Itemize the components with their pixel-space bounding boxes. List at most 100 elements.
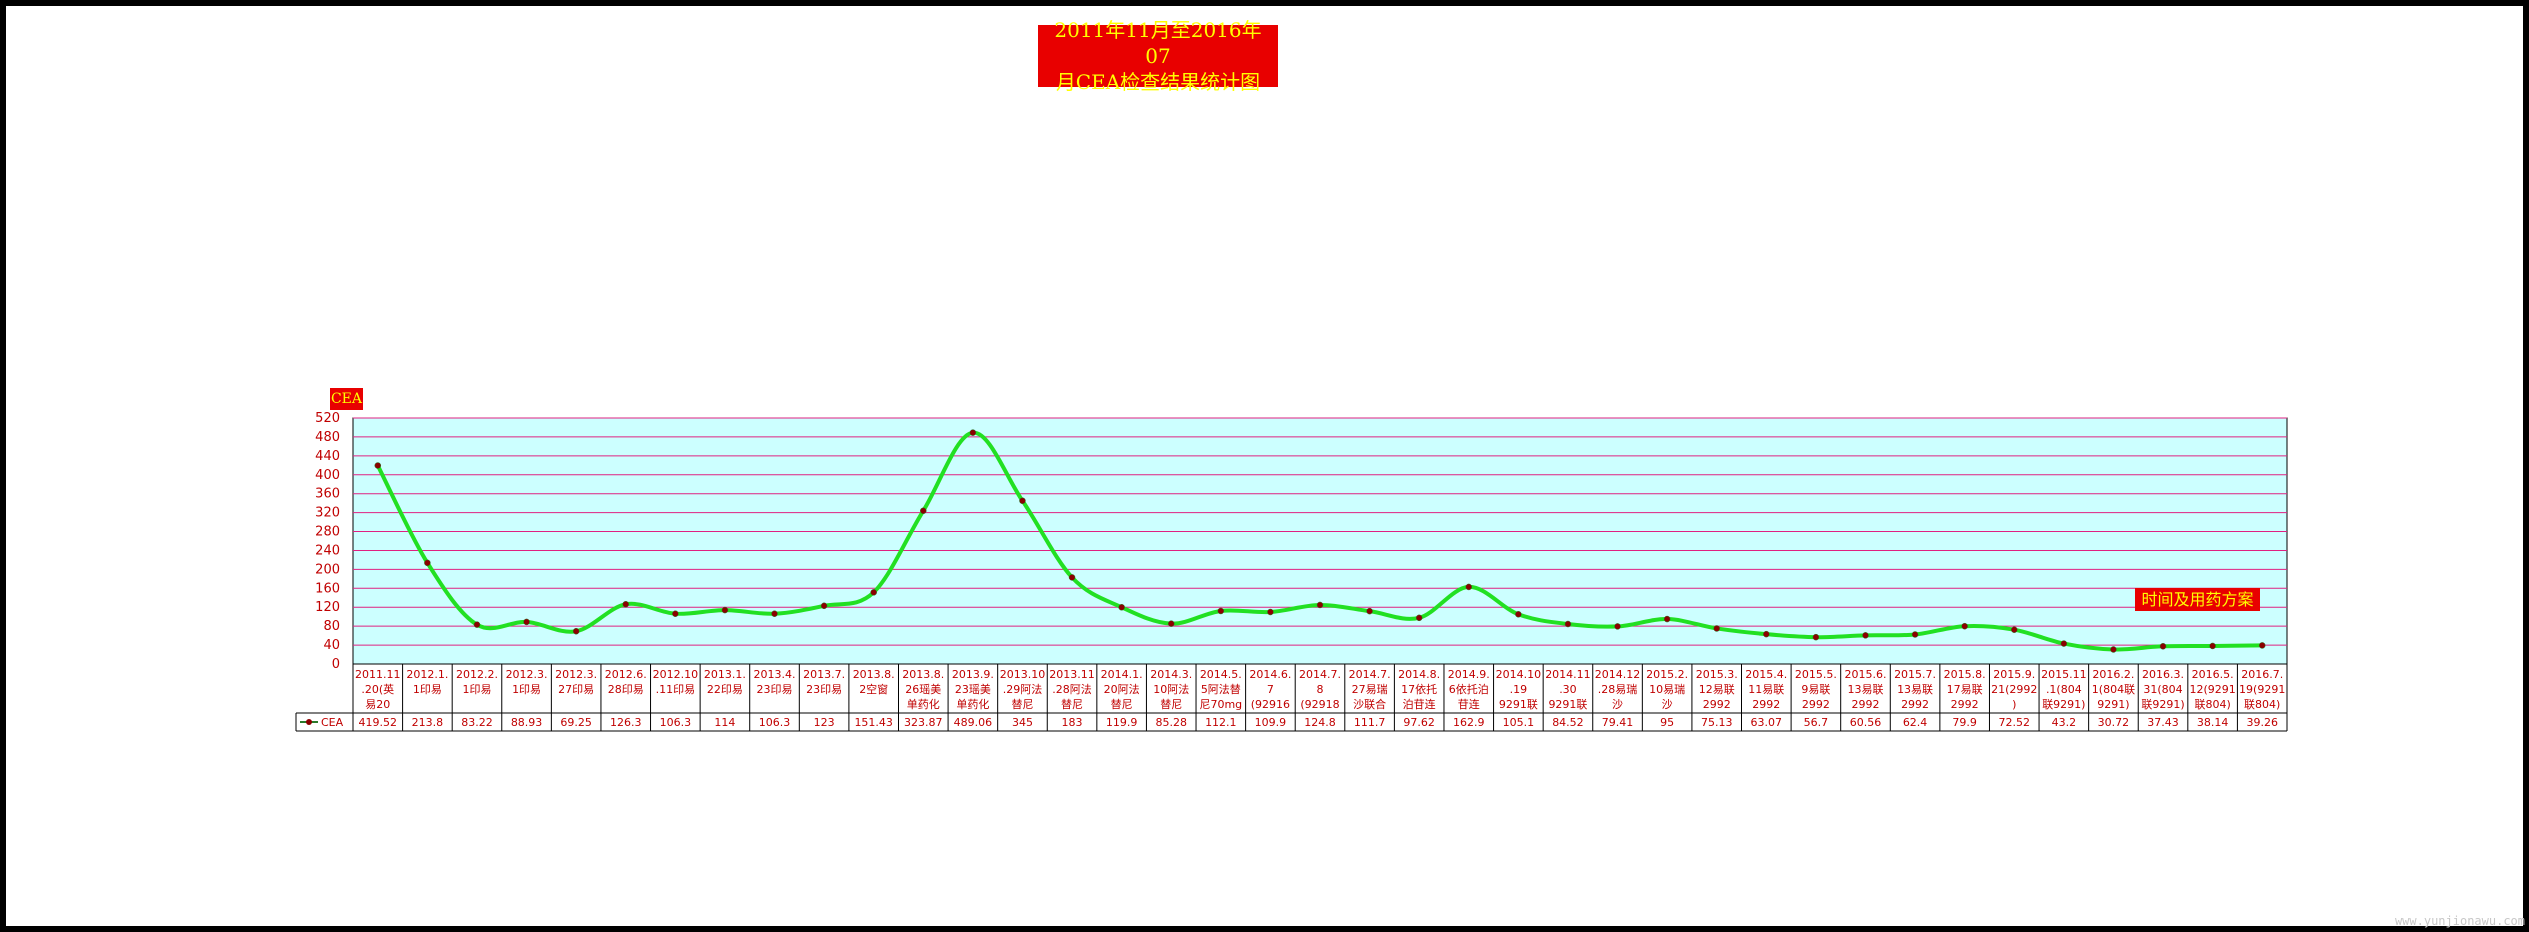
y-tick-label: 280 [315,525,340,540]
data-value-label: 37.43 [2147,716,2179,729]
x-category-label: 2012.3. 27印易 [555,668,597,696]
cea-data-point [1118,604,1125,611]
y-tick-label: 0 [332,657,340,672]
data-value-label: 38.14 [2197,716,2229,729]
data-value-label: 79.41 [1602,716,1634,729]
x-category-label: 2012.10.11印易 [653,668,699,696]
x-category-label: 2012.3. 1印易 [506,668,548,696]
cea-data-point [523,618,530,626]
x-category-label: 2015.11.1(804 联9291) [2041,668,2087,711]
cea-data-point [2258,642,2266,649]
cea-data-point [2110,646,2117,653]
data-value-label: 151.43 [854,716,893,729]
data-value-label: 106.3 [759,716,791,729]
x-category-label: 2015.5. 9易联 2992 [1795,668,1837,711]
cea-data-point [622,601,629,608]
x-category-label: 2014.11.30 9291联 [1545,668,1591,711]
x-category-label: 2015.6. 13易联 2992 [1844,668,1886,711]
x-category-label: 2013.1. 22印易 [704,668,746,696]
x-category-label: 2013.7. 23印易 [803,668,845,696]
data-value-label: 323.87 [904,716,943,729]
x-category-label: 2014.7. 8 (92918 [1299,668,1341,711]
data-value-label: 30.72 [2098,716,2130,729]
data-value-label: 79.9 [1952,716,1977,729]
data-value-label: 63.07 [1751,716,1783,729]
cea-data-point [920,507,927,515]
cea-data-point [1614,623,1621,630]
legend-label: CEA [321,716,344,729]
data-value-label: 111.7 [1354,716,1386,729]
data-value-label: 213.8 [412,716,444,729]
x-category-label: 2012.1. 1印易 [406,668,448,696]
data-value-label: 119.9 [1106,716,1138,729]
data-value-label: 124.8 [1304,716,1336,729]
x-category-label: 2013.8. 26瑶美单药化 [902,668,944,711]
cea-data-point [1713,625,1720,632]
cea-data-point [1217,607,1225,615]
y-tick-label: 40 [323,638,340,653]
watermark-text: www.yunjionawu.com [2394,914,2525,928]
cea-data-point [1961,622,1968,630]
x-category-label: 2016.5. 12(9291 联804) [2189,668,2235,711]
x-category-label: 2014.1. 20阿法替尼 [1101,668,1143,711]
data-value-label: 84.52 [1552,716,1584,729]
cea-data-point [1465,583,1473,591]
x-category-label: 2015.4. 11易联 2992 [1745,668,1787,711]
cea-data-point [1267,608,1274,616]
cea-data-point [1911,631,1919,638]
x-category-label: 2014.5. 5阿法替尼70mg [1199,668,1242,711]
data-value-label: 43.2 [2052,716,2077,729]
data-value-label: 114 [714,716,735,729]
cea-data-point [771,610,778,617]
x-category-label: 2014.6. 7 (92916 [1249,668,1291,711]
data-value-label: 85.28 [1155,716,1187,729]
x-axis-label: 时间及用药方案 [2135,588,2260,611]
x-category-label: 2015.7. 13易联 2992 [1894,668,1936,711]
x-category-label: 2011.11.20(英易20 [355,668,401,711]
cea-data-point [1862,632,1869,639]
x-category-label: 2014.3. 10阿法替尼 [1150,668,1192,711]
legend-marker [306,719,312,725]
cea-data-point [1167,620,1175,627]
cea-data-point [721,606,729,614]
x-category-label: 2016.3. 31(804 联9291) [2141,668,2184,711]
cea-data-point [1019,497,1026,505]
data-value-label: 183 [1062,716,1083,729]
cea-data-point [1515,611,1522,618]
y-tick-label: 80 [323,619,340,634]
cea-data-point [1415,614,1423,622]
x-category-label: 2013.11.28阿法替尼 [1049,668,1095,711]
data-value-label: 419.52 [359,716,398,729]
x-category-label: 2016.2. 1(804联 9291) [2092,668,2135,711]
y-tick-label: 320 [315,506,340,521]
y-tick-label: 160 [315,581,340,596]
cea-data-point [2060,640,2068,647]
data-value-label: 60.56 [1850,716,1882,729]
cea-data-point [572,627,580,635]
cea-data-point [1763,630,1770,638]
chart-title: 2011年11月至2016年07 月CEA检查结果统计图 [1038,18,1278,94]
x-category-label: 2014.12.28易瑞沙 [1595,668,1641,711]
y-tick-label: 400 [315,468,340,483]
x-category-label: 2013.9. 23瑶美单药化 [952,668,994,711]
x-category-label: 2014.9. 6依托泊苷连 [1448,668,1490,711]
data-value-label: 97.62 [1403,716,1435,729]
data-value-label: 109.9 [1255,716,1287,729]
y-tick-label: 480 [315,430,340,445]
data-value-label: 105.1 [1503,716,1535,729]
data-value-label: 62.4 [1903,716,1928,729]
plot-area: 0 40 80 120 160 200 240 280 320 360 400 440 480 520 20… [295,411,2288,732]
x-category-label: 2014.8. 17依托泊苷连 [1398,668,1440,711]
data-value-label: 106.3 [660,716,692,729]
cea-data-point [2209,642,2216,650]
y-tick-label: 360 [315,487,340,502]
cea-data-point [1812,633,1820,641]
cea-data-point [473,621,481,628]
cea-data-point [672,610,679,617]
data-value-label: 72.52 [1999,716,2031,729]
cea-data-point [1316,601,1324,609]
y-tick-label: 120 [315,600,340,615]
data-value-label: 95 [1660,716,1674,729]
x-category-label: 2015.8. 17易联 2992 [1944,668,1986,711]
data-value-label: 83.22 [461,716,493,729]
